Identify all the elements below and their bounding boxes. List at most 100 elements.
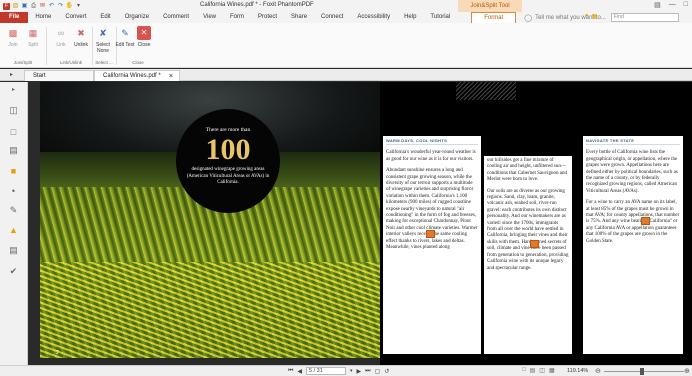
attachment-icon[interactable]: • <box>8 185 19 196</box>
unlink-icon: ✖ <box>77 28 85 38</box>
text-column-3[interactable]: NAVIGATE THE STATE Every bottle of Calif… <box>583 136 683 354</box>
tags-icon[interactable]: ✔ <box>8 266 19 277</box>
bookmark-icon[interactable]: ◫ <box>8 105 19 116</box>
previous-view-icon[interactable]: ↺ <box>384 368 389 375</box>
tab-format[interactable]: Format <box>471 11 517 24</box>
tab-view[interactable]: View <box>196 12 223 23</box>
print-icon[interactable]: ⎙ <box>30 3 37 10</box>
group-close: Close <box>132 60 144 65</box>
security-lock-icon[interactable]: ▲ <box>8 224 19 235</box>
tab-file-label: California Wines.pdf * <box>103 73 161 79</box>
maximize-icon[interactable]: □ <box>684 1 688 9</box>
tab-organize[interactable]: Organize <box>118 12 156 23</box>
paragraph: our hillsides get a fine mixture of cool… <box>487 158 567 183</box>
paragraph: Abundant sunshine ensures a long and con… <box>386 168 478 251</box>
stat-callout[interactable]: There are more than 100 designated wineg… <box>176 109 280 213</box>
next-page-icon[interactable]: ▶ <box>357 368 362 375</box>
tab-help[interactable]: Help <box>397 12 423 23</box>
app-logo-icon: F <box>3 2 10 10</box>
select-none-icon: ✘ <box>99 28 107 38</box>
tab-form[interactable]: Form <box>223 12 251 23</box>
tab-file[interactable]: File <box>0 12 29 23</box>
skin-icon[interactable]: ▦ <box>592 13 598 20</box>
link-marker-icon[interactable] <box>530 240 539 248</box>
document-tab-bar: ▸ Start California Wines.pdf * × <box>0 69 692 81</box>
prev-page-icon[interactable]: ◀ <box>297 368 302 375</box>
link-marker-icon[interactable] <box>641 217 650 225</box>
page-dropdown-icon[interactable]: ▾ <box>350 368 353 374</box>
edit-text-label: Edit Text <box>115 42 135 48</box>
tab-edit[interactable]: Edit <box>93 12 117 23</box>
lightbulb-tip-icon[interactable]: ● <box>585 13 589 20</box>
callout-description: designated winegrape growing areas (Amer… <box>186 167 270 185</box>
tab-comment[interactable]: Comment <box>156 12 196 23</box>
group-link-unlink: Link/Unlink <box>59 60 82 65</box>
split-icon: ▦ <box>28 28 38 38</box>
layers-icon[interactable]: ▤ <box>8 145 19 156</box>
zoom-in-icon[interactable]: ⊕ <box>684 367 690 375</box>
hand-tool-icon[interactable]: ✋ <box>66 3 73 10</box>
zoom-out-icon[interactable]: ⊖ <box>595 367 601 375</box>
undo-icon[interactable]: ↶ <box>48 3 55 10</box>
email-icon[interactable]: ✉ <box>39 3 46 10</box>
tab-share[interactable]: Share <box>284 12 314 23</box>
tab-connect[interactable]: Connect <box>314 12 350 23</box>
comments-icon[interactable]: ■ <box>8 165 19 176</box>
tab-california-wines[interactable]: California Wines.pdf * × <box>94 70 180 81</box>
status-bar: ⏮ ◀ 5 / 31 ▾ ▶ ⏭ ▢ ↺ □ ▤ ◫ ▦ 119.14% ⊖ ⊕ <box>0 365 692 376</box>
zoom-slider[interactable] <box>604 371 684 372</box>
customize-dropdown-icon[interactable]: ▾ <box>75 3 82 10</box>
tab-tutorial[interactable]: Tutorial <box>423 12 457 23</box>
text-column-1[interactable]: WARM DAYS, COOL NIGHTS California's wond… <box>383 136 481 354</box>
close-label: Close <box>137 42 151 48</box>
restore-icon[interactable]: ▤ <box>654 1 661 9</box>
save-icon[interactable]: ▣ <box>21 3 28 10</box>
close-button[interactable]: ✕ Close <box>133 26 155 48</box>
zoom-level[interactable]: 119.14% <box>567 368 588 374</box>
continuous-icon[interactable]: ▤ <box>530 367 536 374</box>
tab-home[interactable]: Home <box>28 12 58 23</box>
pages-icon[interactable]: □ <box>8 126 19 137</box>
section-heading: WARM DAYS, COOL NIGHTS <box>386 138 478 146</box>
split-button[interactable]: ▦ Split <box>22 26 44 49</box>
find-input[interactable]: Find <box>611 13 679 22</box>
first-page-icon[interactable]: ⏮ <box>288 368 293 375</box>
join-icon: ▩ <box>8 28 18 38</box>
expand-panel-icon[interactable]: ▸ <box>8 84 19 95</box>
minimize-icon[interactable]: — <box>669 1 676 9</box>
link-marker-icon[interactable] <box>426 230 435 238</box>
tab-convert[interactable]: Convert <box>58 12 93 23</box>
save-view-icon[interactable]: ▢ <box>375 368 381 375</box>
continuous-facing-icon[interactable]: ▦ <box>549 367 555 374</box>
text-column-2[interactable]: our hillsides get a fine mixture of cool… <box>484 156 572 354</box>
link-button[interactable]: ∞ Link <box>50 26 72 49</box>
signature-icon[interactable]: ✎ <box>8 205 19 216</box>
redo-icon[interactable]: ↷ <box>57 3 64 10</box>
panel-toggle-icon[interactable]: ▸ <box>10 71 13 78</box>
context-tab-title: Join&Split Tool <box>458 0 522 12</box>
navigation-panel: ▸ ◫ □ ▤ ■ • ✎ ▲ ▤ ✔ <box>0 82 28 376</box>
single-page-icon[interactable]: □ <box>522 367 526 374</box>
join-button[interactable]: ▩ Join <box>2 26 24 49</box>
page-number-input[interactable]: 5 / 31 <box>306 367 347 375</box>
open-icon[interactable]: ▧ <box>12 3 19 10</box>
content-icon[interactable]: ▤ <box>8 245 19 256</box>
last-page-icon[interactable]: ⏭ <box>365 368 370 375</box>
document-view[interactable]: There are more than 100 designated wineg… <box>28 82 692 365</box>
callout-number: 100 <box>205 133 251 166</box>
close-tab-icon[interactable]: × <box>169 71 173 82</box>
text-page: WARM DAYS, COOL NIGHTS California's wond… <box>380 82 692 365</box>
tab-accessibility[interactable]: Accessibility <box>350 12 397 23</box>
tab-protect[interactable]: Protect <box>251 12 284 23</box>
select-none-button[interactable]: ✘ Select None <box>92 26 114 55</box>
title-bar: F ▧ ▣ ⎙ ✉ ↶ ↷ ✋ ▾ California Wines.pdf *… <box>0 0 692 12</box>
edit-text-icon: ✎ <box>121 28 129 38</box>
facing-icon[interactable]: ◫ <box>539 367 545 374</box>
zoom-slider-handle[interactable] <box>640 368 644 375</box>
unlink-button[interactable]: ✖ Unlink <box>70 26 92 49</box>
page-navigation: ⏮ ◀ 5 / 31 ▾ ▶ ⏭ ▢ ↺ <box>288 367 389 375</box>
tab-start[interactable]: Start <box>24 70 94 81</box>
decorative-hatch <box>456 82 516 100</box>
vineyard-photo: There are more than 100 designated wineg… <box>40 82 380 358</box>
join-label: Join <box>8 42 18 48</box>
